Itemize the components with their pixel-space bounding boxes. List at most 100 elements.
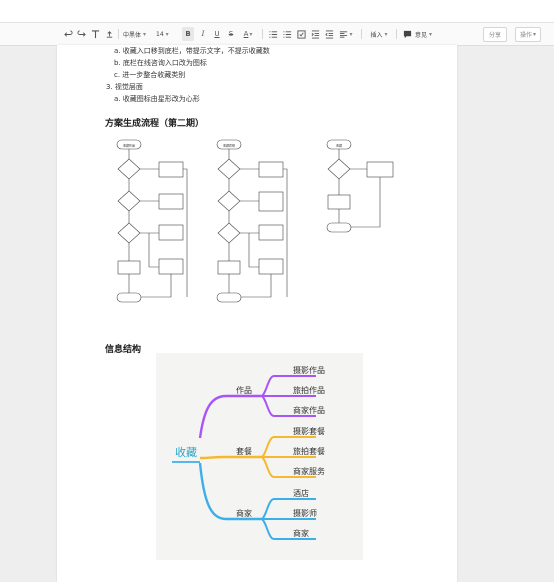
mindmap-branch-line	[199, 455, 261, 460]
share-label: 分享	[488, 32, 501, 39]
bullet-list-button[interactable]	[282, 27, 292, 41]
flow-process-node	[158, 193, 184, 210]
list-item-3: 3. 视觉层面	[106, 83, 143, 91]
comment-button[interactable]	[402, 27, 412, 41]
section-heading-flow: 方案生成流程（第二期）	[105, 119, 205, 129]
toolbar-divider	[361, 29, 362, 39]
flow-process-node	[366, 161, 394, 178]
flow-process-node	[258, 161, 284, 178]
toolbar-divider	[118, 29, 119, 39]
editor-toolbar: 中黑体 ▾ 14 ▾ B I U S A ▾ ▾ 插入 ▾ 意见 ▾ 分享 操作…	[0, 23, 554, 46]
section-heading-info: 信息结构	[105, 345, 142, 355]
action-button[interactable]: 操作 ▾	[515, 27, 541, 42]
document-page[interactable]: a. 收藏入口移到底栏，带提示文字，不提示收藏数 b. 底栏在线咨询入口改为图标…	[57, 45, 457, 582]
mindmap-leaf: 旅拍套餐	[293, 446, 325, 456]
chevron-down-icon: ▾	[249, 30, 253, 38]
mindmap-leaf: 商家作品	[293, 405, 325, 415]
redo-icon[interactable]	[76, 27, 86, 41]
list-item-b: b. 底栏在线咨询入口改为图标	[114, 59, 207, 67]
flow-start-label: 收藏	[336, 143, 342, 148]
mindmap-root: 收藏	[175, 445, 197, 459]
share-button[interactable]: 分享	[483, 27, 507, 42]
flow-process-node	[327, 194, 351, 210]
flowchart-packages: 收藏套餐	[216, 139, 288, 303]
bold-button[interactable]: B	[182, 27, 194, 41]
flow-end-node	[326, 222, 352, 233]
italic-button[interactable]: I	[198, 27, 208, 41]
align-button[interactable]: ▾	[338, 27, 354, 41]
mindmap-branch-line	[198, 394, 261, 439]
font-size-select[interactable]: 14 ▾	[156, 27, 174, 41]
strikethrough-icon: S	[228, 30, 234, 38]
flow-start-label: 收藏套餐	[223, 143, 235, 148]
mindmap-branch-works: 作品	[236, 385, 252, 395]
chevron-down-icon: ▾	[533, 31, 537, 38]
chevron-down-icon: ▾	[165, 30, 169, 38]
mindmap-leaf: 酒店	[293, 488, 309, 498]
action-label: 操作	[519, 32, 532, 39]
indent-button[interactable]	[310, 27, 320, 41]
flow-process-node	[117, 260, 141, 275]
flowchart-general: 收藏	[326, 139, 394, 233]
ordered-list-button[interactable]	[268, 27, 278, 41]
flow-decision-node	[117, 222, 141, 244]
feedback-label: 意见	[415, 31, 428, 39]
clear-format-icon[interactable]	[104, 27, 114, 41]
flow-decision-node	[117, 158, 141, 180]
font-family-value: 中黑体	[123, 31, 142, 39]
checklist-button[interactable]	[296, 27, 306, 41]
mindmap-leaf: 商家	[293, 528, 309, 538]
list-item-c: c. 进一步整合收藏类别	[114, 71, 186, 79]
strikethrough-button[interactable]: S	[226, 27, 236, 41]
flow-process-node	[258, 191, 284, 212]
mindmap-branch-merchants: 商家	[236, 508, 252, 518]
flow-process-node	[158, 258, 184, 275]
format-painter-icon[interactable]	[90, 27, 100, 41]
feedback-menu[interactable]: 意见 ▾	[415, 27, 443, 41]
underline-icon: U	[214, 30, 220, 38]
mindmap-leaf: 摄影师	[293, 508, 317, 518]
mindmap-panel: 收藏 作品 套餐 商家 摄影作品 旅拍作品 商家作品 摄影套餐 旅拍套餐 商家服…	[156, 353, 363, 560]
flow-decision-node	[217, 158, 241, 180]
chevron-down-icon: ▾	[349, 30, 353, 38]
flow-decision-node	[217, 222, 241, 244]
flow-end-node	[116, 292, 142, 303]
italic-icon: I	[201, 30, 205, 38]
chevron-down-icon: ▾	[384, 30, 388, 38]
flow-decision-node	[117, 190, 141, 212]
list-item-a: a. 收藏入口移到底栏，带提示文字，不提示收藏数	[114, 47, 270, 55]
mindmap-branch-packages: 套餐	[236, 446, 252, 456]
indent-icon	[311, 29, 319, 39]
mindmap-leaf: 旅拍作品	[293, 385, 325, 395]
align-left-icon	[340, 30, 348, 38]
flow-process-node	[258, 224, 284, 241]
insert-label: 插入	[370, 31, 383, 39]
font-family-select[interactable]: 中黑体 ▾	[123, 27, 153, 41]
insert-menu[interactable]: 插入 ▾	[367, 27, 391, 41]
font-size-value: 14	[156, 30, 164, 38]
comment-icon	[403, 30, 411, 38]
window-top-strip	[0, 0, 554, 23]
toolbar-divider	[262, 29, 263, 39]
undo-icon[interactable]	[63, 27, 73, 41]
outdent-icon	[324, 29, 333, 39]
checkbox-icon	[296, 29, 306, 39]
mindmap-diagram: 收藏 作品 套餐 商家 摄影作品 旅拍作品 商家作品 摄影套餐 旅拍套餐 商家服…	[172, 365, 325, 540]
bold-icon: B	[185, 30, 191, 38]
flow-decision-node	[217, 190, 241, 212]
ordered-list-icon	[268, 30, 277, 38]
mindmap-leaf: 商家服务	[293, 466, 325, 476]
outdent-button[interactable]	[324, 27, 334, 41]
flow-process-node	[158, 161, 184, 178]
flow-process-node	[217, 260, 241, 275]
underline-button[interactable]: U	[212, 27, 222, 41]
flow-start-label: 收藏作品	[123, 143, 135, 148]
flow-process-node	[158, 224, 184, 241]
chevron-down-icon: ▾	[429, 30, 433, 38]
mindmap-leaf: 摄影作品	[293, 365, 325, 375]
flowchart-works: 收藏作品	[116, 139, 188, 303]
toolbar-divider	[396, 29, 397, 39]
flow-end-node	[216, 292, 242, 303]
flow-process-node	[258, 258, 284, 275]
font-color-button[interactable]: A ▾	[240, 27, 256, 41]
